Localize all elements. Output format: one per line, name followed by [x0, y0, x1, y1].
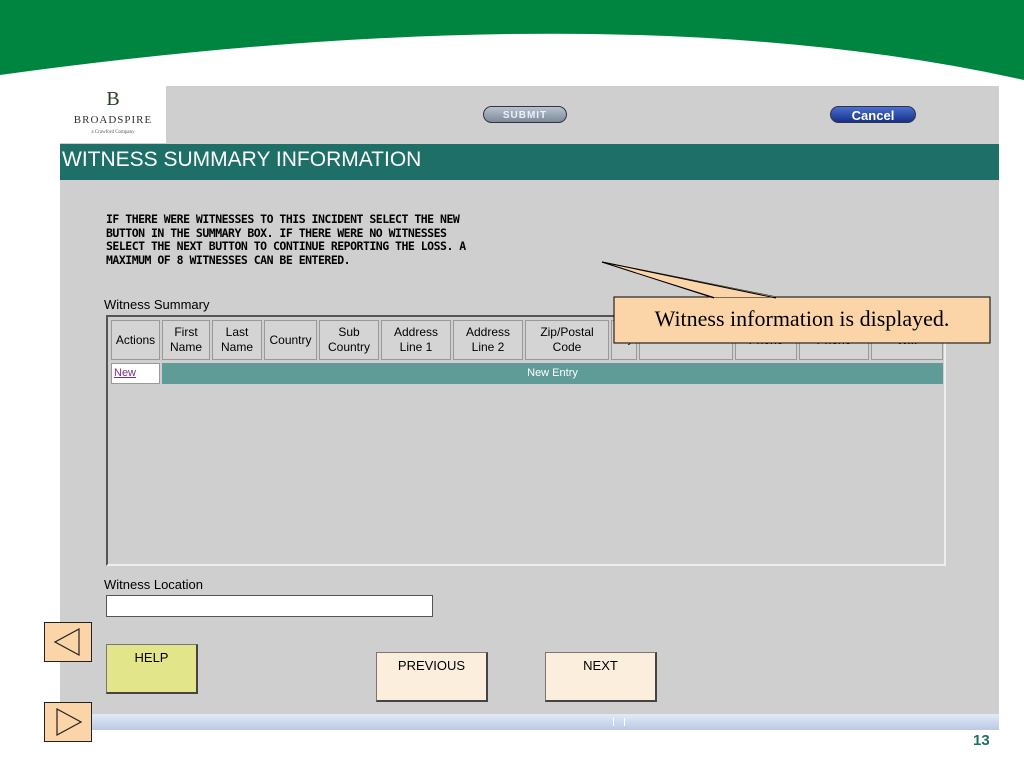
triangle-right-icon [56, 707, 83, 737]
callout-bubble [601, 261, 991, 344]
slide-page-number: 13 [973, 732, 990, 749]
previous-slide-button[interactable] [44, 622, 92, 662]
callout-text: Witness information is displayed. [654, 306, 950, 331]
next-slide-button[interactable] [44, 702, 92, 742]
triangle-left-icon [53, 627, 80, 657]
